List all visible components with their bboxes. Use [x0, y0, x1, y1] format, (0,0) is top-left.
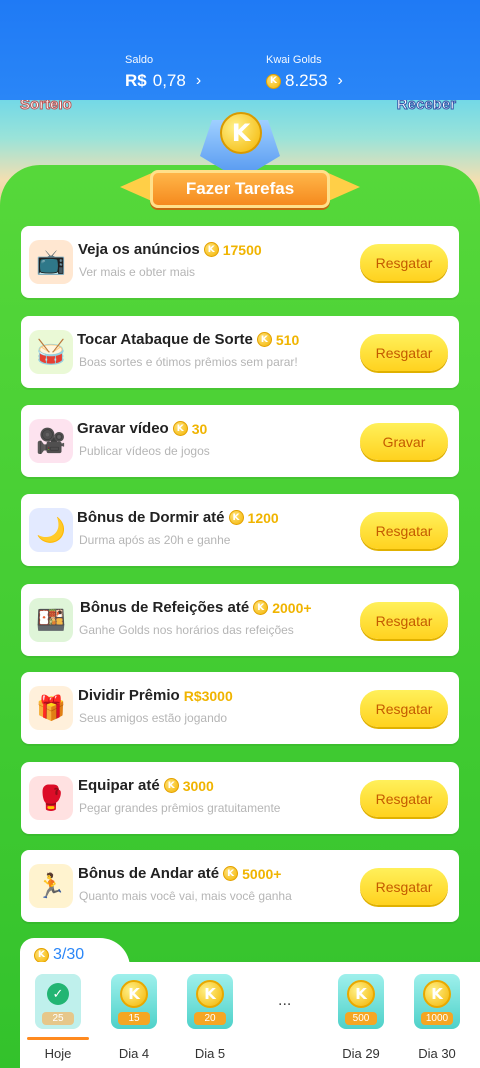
- ribbon-right-icon: [326, 172, 360, 202]
- checkin-day-30[interactable]: K 1000 Dia 30: [414, 974, 460, 1061]
- gift-icon: 🎁: [29, 686, 73, 730]
- task-subtitle: Pegar grandes prêmios gratuitamente: [79, 801, 281, 815]
- golds-label: Kwai Golds: [266, 54, 322, 66]
- golds-value: 8.253: [285, 71, 328, 90]
- tv-icon: 📺: [29, 240, 73, 284]
- task-subtitle: Publicar vídeos de jogos: [79, 444, 210, 458]
- task-card-sleep: 🌙 Bônus de Dormir até K 1200 Durma após …: [21, 494, 459, 566]
- coin-icon: K: [172, 421, 188, 436]
- task-card-ads: 📺 Veja os anúncios K 17500 Ver mais e ob…: [21, 226, 459, 298]
- video-camera-icon: 🎥: [29, 419, 73, 463]
- task-card-equip: 🥊 Equipar até K 3000 Pegar grandes prêmi…: [21, 762, 459, 834]
- coin-icon: K: [228, 510, 244, 525]
- checkin-day-4[interactable]: K 15 Dia 4: [111, 974, 157, 1061]
- task-title: Gravar vídeo: [77, 420, 169, 437]
- saldo-label: Saldo: [125, 54, 154, 66]
- task-title: Equipar até: [78, 777, 160, 794]
- more-days-ellipsis: ...: [278, 992, 292, 1009]
- task-reward: 3000: [182, 777, 214, 794]
- saldo-currency: R$: [125, 71, 147, 90]
- resgatar-button[interactable]: Resgatar: [360, 780, 448, 817]
- resgatar-button[interactable]: Resgatar: [360, 244, 448, 281]
- selected-underline: [27, 1037, 89, 1040]
- lunchbox-icon: 🍱: [29, 598, 73, 642]
- chevron-right-icon: ›: [195, 72, 202, 89]
- k-coin-icon: K: [220, 112, 262, 154]
- day-label: Dia 4: [118, 1046, 150, 1061]
- task-title: Bônus de Andar até: [78, 865, 220, 882]
- checkin-day-29[interactable]: K 500 Dia 29: [338, 974, 384, 1061]
- task-title: Veja os anúncios: [78, 241, 200, 258]
- task-subtitle: Boas sortes e ótimos prêmios sem parar!: [79, 355, 298, 369]
- task-card-drum: 🥁 Tocar Atabaque de Sorte K 510 Boas sor…: [21, 316, 459, 388]
- coin-icon: K: [253, 600, 269, 615]
- chevron-right-icon: ›: [337, 72, 343, 89]
- moon-icon: 🌙: [29, 508, 73, 552]
- coin-icon: K: [34, 947, 49, 963]
- day-amount: 25: [42, 1012, 74, 1025]
- coin-icon: K: [163, 778, 179, 793]
- task-reward: 30: [191, 420, 208, 437]
- drum-icon: 🥁: [29, 330, 73, 374]
- checkin-day-5[interactable]: K 20 Dia 5: [187, 974, 233, 1061]
- task-title: Dividir Prêmio: [78, 687, 180, 704]
- walking-kid-icon: 🏃: [29, 864, 73, 908]
- resgatar-button[interactable]: Resgatar: [360, 602, 448, 639]
- day-amount: 20: [194, 1012, 226, 1025]
- coin-icon: K: [423, 980, 451, 1008]
- task-card-meals: 🍱 Bônus de Refeições até K 2000+ Ganhe G…: [21, 584, 459, 656]
- checkin-day-today[interactable]: ✓ 25 Hoje: [27, 974, 89, 1061]
- task-reward: 5000+: [242, 865, 282, 882]
- task-card-share: 🎁 Dividir Prêmio R$3000 Seus amigos estã…: [21, 672, 459, 744]
- coin-icon: K: [266, 73, 281, 89]
- gravar-button[interactable]: Gravar: [360, 423, 448, 460]
- boxing-gloves-icon: 🥊: [29, 776, 73, 820]
- top-bar: Saldo R$ 0,78 › Kwai Golds K 8.253 ›: [0, 0, 480, 100]
- coin-icon: K: [203, 242, 219, 257]
- day-label: Hoje: [44, 1046, 72, 1061]
- day-label: Dia 29: [342, 1046, 380, 1061]
- task-reward: 510: [275, 331, 300, 348]
- day-amount: 15: [118, 1012, 150, 1025]
- resgatar-button[interactable]: Resgatar: [360, 334, 448, 371]
- task-card-video: 🎥 Gravar vídeo K 30 Publicar vídeos de j…: [21, 405, 459, 477]
- task-title: Bônus de Refeições até: [80, 599, 250, 616]
- resgatar-button[interactable]: Resgatar: [360, 512, 448, 549]
- coin-icon: K: [120, 980, 148, 1008]
- task-card-walk: 🏃 Bônus de Andar até K 5000+ Quanto mais…: [21, 850, 459, 922]
- resgatar-button[interactable]: Resgatar: [360, 868, 448, 905]
- checkin-strip: ✓ 25 Hoje K 15 Dia 4 K 20 Dia 5 ... K 50…: [20, 962, 480, 1068]
- day-amount: 1000: [420, 1012, 454, 1025]
- task-title: Bônus de Dormir até: [77, 509, 225, 526]
- task-reward: 1200: [247, 509, 279, 526]
- day-label: Dia 5: [194, 1046, 226, 1061]
- task-subtitle: Durma após as 20h e ganhe: [79, 533, 231, 547]
- coin-icon: K: [196, 980, 224, 1008]
- coin-icon: K: [347, 980, 375, 1008]
- saldo-value: 0,78: [152, 71, 186, 90]
- task-reward: 2000+: [272, 599, 312, 616]
- task-subtitle: Ver mais e obter mais: [79, 265, 196, 279]
- banner-title: Fazer Tarefas: [150, 170, 330, 208]
- coin-icon: K: [223, 866, 239, 881]
- tasks-banner: K Fazer Tarefas: [120, 110, 360, 220]
- check-icon: ✓: [47, 983, 69, 1005]
- coin-icon: K: [256, 332, 272, 347]
- task-subtitle: Quanto mais você vai, mais você ganha: [79, 889, 292, 903]
- task-title: Tocar Atabaque de Sorte: [77, 331, 253, 348]
- day-label: Dia 30: [418, 1046, 456, 1061]
- ribbon-left-icon: [120, 172, 154, 202]
- day-amount: 500: [345, 1012, 377, 1025]
- resgatar-button[interactable]: Resgatar: [360, 690, 448, 727]
- task-reward: 17500: [222, 241, 262, 258]
- golds-balance[interactable]: Kwai Golds K 8.253 ›: [266, 54, 343, 91]
- task-subtitle: Ganhe Golds nos horários das refeições: [79, 623, 294, 637]
- saldo-balance[interactable]: Saldo R$ 0,78 ›: [125, 54, 201, 91]
- task-subtitle: Seus amigos estão jogando: [79, 711, 228, 725]
- task-reward: R$3000: [183, 687, 233, 704]
